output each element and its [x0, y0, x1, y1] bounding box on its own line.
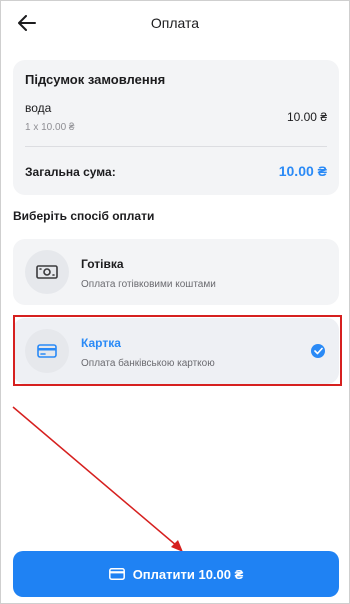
order-summary-title: Підсумок замовлення — [25, 72, 166, 87]
payment-option-card-title: Картка — [81, 336, 121, 350]
payment-option-cash[interactable]: Готівка Оплата готівковими коштами — [13, 239, 339, 305]
page-title: Оплата — [150, 15, 200, 31]
credit-card-icon — [37, 344, 57, 358]
pay-button[interactable]: Оплатити 10.00 ₴ — [13, 551, 339, 597]
item-quantity: 1 x 10.00 ₴ — [25, 122, 75, 133]
app-screen: Оплата Підсумок замовлення вода 1 x 10.0… — [0, 0, 350, 604]
item-price: 10.00 ₴ — [286, 110, 327, 124]
credit-card-icon — [108, 568, 125, 580]
cash-icon-wrap — [25, 250, 69, 294]
pay-button-label: Оплатити 10.00 ₴ — [132, 566, 244, 582]
summary-divider — [25, 146, 327, 147]
payment-option-card[interactable]: Картка Оплата банківською карткою — [13, 318, 339, 384]
cash-icon — [36, 265, 58, 279]
order-summary-card: Підсумок замовлення вода 1 x 10.00 ₴ 10.… — [13, 60, 339, 195]
selected-check-icon — [311, 344, 325, 358]
total-label: Загальна сума: — [25, 165, 116, 179]
card-icon-wrap — [25, 329, 69, 373]
payment-option-cash-title: Готівка — [81, 257, 124, 271]
payment-option-card-subtitle: Оплата банківською карткою — [81, 358, 215, 369]
item-name: вода — [25, 101, 52, 115]
top-bar: Оплата — [1, 1, 349, 45]
payment-option-cash-subtitle: Оплата готівковими коштами — [81, 279, 216, 290]
payment-section-title: Виберіть спосіб оплати — [13, 209, 155, 223]
total-value: 10.00 ₴ — [278, 163, 327, 179]
